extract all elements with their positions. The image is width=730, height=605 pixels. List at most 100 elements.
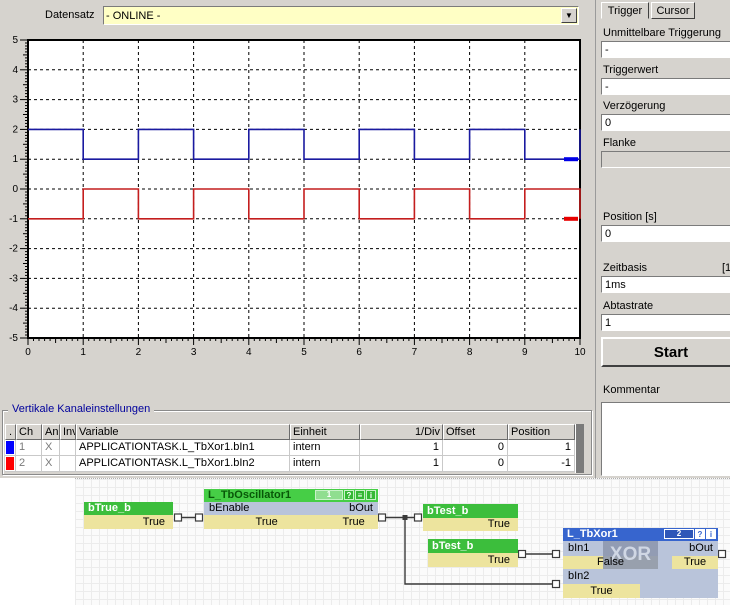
cell-inv[interactable] bbox=[60, 456, 76, 472]
table-row[interactable]: 1 X APPLICATIONTASK.L_TbXor1.bIn1 intern… bbox=[5, 440, 575, 456]
col-color: . bbox=[5, 424, 16, 440]
svg-text:-3: -3 bbox=[9, 273, 18, 284]
pin-bin2-value[interactable]: True bbox=[563, 584, 640, 598]
fbd-block-oscillator[interactable]: L_TbOscillator1 1 ? ≡ i bEnable bOut Tru… bbox=[204, 489, 378, 529]
bottom-left-blank bbox=[0, 478, 75, 605]
position-label: Position [s] bbox=[603, 211, 657, 223]
col-position: Position bbox=[508, 424, 575, 440]
cell-einheit[interactable]: intern bbox=[290, 440, 360, 456]
dataset-combobox[interactable]: ▼ bbox=[103, 6, 579, 25]
cell-position[interactable]: -1 bbox=[508, 456, 575, 472]
timebase-field[interactable] bbox=[601, 276, 730, 293]
cell-variable[interactable]: APPLICATIONTASK.L_TbXor1.bIn2 bbox=[76, 456, 290, 472]
trigger-value-field[interactable] bbox=[601, 78, 730, 95]
cell-einheit[interactable]: intern bbox=[290, 456, 360, 472]
col-einheit: Einheit bbox=[290, 424, 360, 440]
col-an: An bbox=[42, 424, 60, 440]
table-row[interactable]: 2 X APPLICATIONTASK.L_TbXor1.bIn2 intern… bbox=[5, 456, 575, 472]
samplerate-label: Abtastrate bbox=[603, 300, 653, 312]
channel-color-swatch bbox=[5, 456, 16, 472]
svg-text:8: 8 bbox=[467, 347, 473, 358]
pin-bout: bOut bbox=[349, 502, 373, 515]
position-field[interactable] bbox=[601, 225, 730, 242]
fbd-block-value[interactable]: True bbox=[84, 515, 173, 529]
pin-benable: bEnable bbox=[209, 502, 249, 515]
oscilloscope-plot[interactable]: 543210-1-2-3-4-5012345678910 bbox=[0, 30, 595, 375]
help-icon[interactable]: ? bbox=[695, 529, 705, 539]
svg-text:0: 0 bbox=[25, 347, 31, 358]
fbd-block-name: bTest_b bbox=[423, 504, 518, 518]
svg-text:-1: -1 bbox=[9, 214, 18, 225]
dataset-combobox-value[interactable] bbox=[106, 8, 558, 23]
edge-label: Flanke bbox=[603, 137, 636, 149]
fbd-block-title: L_TbOscillator1 bbox=[208, 489, 291, 501]
channel-table: . Ch An Inv Variable Einheit 1/Div Offse… bbox=[5, 424, 575, 472]
pin-bin2: bIn2 bbox=[568, 569, 589, 584]
cell-an[interactable]: X bbox=[42, 456, 60, 472]
dropdown-arrow-icon[interactable]: ▼ bbox=[561, 8, 577, 23]
cell-position[interactable]: 1 bbox=[508, 440, 575, 456]
cell-offset[interactable]: 0 bbox=[443, 440, 508, 456]
fbd-block-btest-mid[interactable]: bTest_b True bbox=[428, 539, 518, 567]
cell-div[interactable]: 1 bbox=[360, 456, 443, 472]
tab-cursor[interactable]: Cursor bbox=[651, 2, 695, 19]
cell-inv[interactable] bbox=[60, 440, 76, 456]
svg-text:1: 1 bbox=[12, 154, 18, 165]
channel-settings-title: Vertikale Kanaleinstellungen bbox=[8, 403, 154, 415]
delay-label: Verzögerung bbox=[603, 100, 665, 112]
immediate-trigger-label: Unmittelbare Triggerung bbox=[603, 27, 721, 39]
cell-ch: 2 bbox=[16, 456, 42, 472]
fbd-block-btrue[interactable]: bTrue_b True bbox=[84, 502, 173, 529]
col-ch: Ch bbox=[16, 424, 42, 440]
fbd-block-value[interactable]: True bbox=[428, 553, 518, 567]
immediate-trigger-field[interactable] bbox=[601, 41, 730, 58]
pin-bin1: bIn1 bbox=[568, 541, 589, 556]
scope-window: Datensatz ▼ 543210-1-2-3-4-5012345678910… bbox=[0, 0, 730, 605]
svg-text:10: 10 bbox=[574, 347, 586, 358]
start-button[interactable]: Start bbox=[601, 337, 730, 367]
info-icon[interactable]: i bbox=[706, 529, 716, 539]
body-icon[interactable]: ≡ bbox=[355, 490, 365, 500]
cell-an[interactable]: X bbox=[42, 440, 60, 456]
pin-benable-value[interactable]: True bbox=[204, 515, 329, 529]
svg-text:1: 1 bbox=[80, 347, 86, 358]
fbd-editor: bTrue_b True L_TbOscillator1 1 ? ≡ i bEn… bbox=[75, 478, 730, 605]
fbd-block-value[interactable]: True bbox=[423, 518, 518, 531]
svg-text:5: 5 bbox=[12, 35, 18, 46]
fbd-block-title: L_TbXor1 bbox=[567, 528, 618, 540]
comment-textarea[interactable] bbox=[601, 402, 730, 476]
fbd-block-btest-top[interactable]: bTest_b True bbox=[423, 504, 518, 531]
pin-bin1-value[interactable]: False bbox=[563, 556, 658, 569]
fbd-block-name: bTrue_b bbox=[84, 502, 173, 515]
svg-text:3: 3 bbox=[191, 347, 197, 358]
cell-offset[interactable]: 0 bbox=[443, 456, 508, 472]
cell-div[interactable]: 1 bbox=[360, 440, 443, 456]
svg-text:-5: -5 bbox=[9, 333, 18, 344]
dataset-label: Datensatz bbox=[45, 9, 95, 21]
cell-variable[interactable]: APPLICATIONTASK.L_TbXor1.bIn1 bbox=[76, 440, 290, 456]
svg-text:6: 6 bbox=[356, 347, 362, 358]
channel-color-swatch bbox=[5, 440, 16, 456]
col-variable: Variable bbox=[76, 424, 290, 440]
pin-bout-value[interactable]: True bbox=[672, 556, 718, 569]
help-icon[interactable]: ? bbox=[344, 490, 354, 500]
fbd-block-xor[interactable]: L_TbXor1 2 ? i bIn1 bOut True XOR False … bbox=[563, 528, 718, 598]
tab-trigger[interactable]: Trigger bbox=[601, 2, 649, 19]
samplerate-field[interactable] bbox=[601, 314, 730, 331]
svg-text:9: 9 bbox=[522, 347, 528, 358]
svg-text:-4: -4 bbox=[9, 303, 18, 314]
info-icon[interactable]: i bbox=[366, 490, 376, 500]
svg-text:4: 4 bbox=[12, 65, 18, 76]
table-scrollbar[interactable] bbox=[575, 424, 584, 473]
cell-ch: 1 bbox=[16, 440, 42, 456]
pin-bout-value[interactable]: True bbox=[329, 515, 378, 529]
pin-bout: bOut bbox=[689, 541, 713, 556]
wire-junction bbox=[403, 515, 408, 520]
fbd-block-name: bTest_b bbox=[428, 539, 518, 553]
svg-text:7: 7 bbox=[412, 347, 418, 358]
svg-text:2: 2 bbox=[136, 347, 142, 358]
comment-label: Kommentar bbox=[603, 384, 660, 396]
delay-field[interactable] bbox=[601, 114, 730, 131]
svg-text:3: 3 bbox=[12, 95, 18, 106]
svg-text:4: 4 bbox=[246, 347, 252, 358]
